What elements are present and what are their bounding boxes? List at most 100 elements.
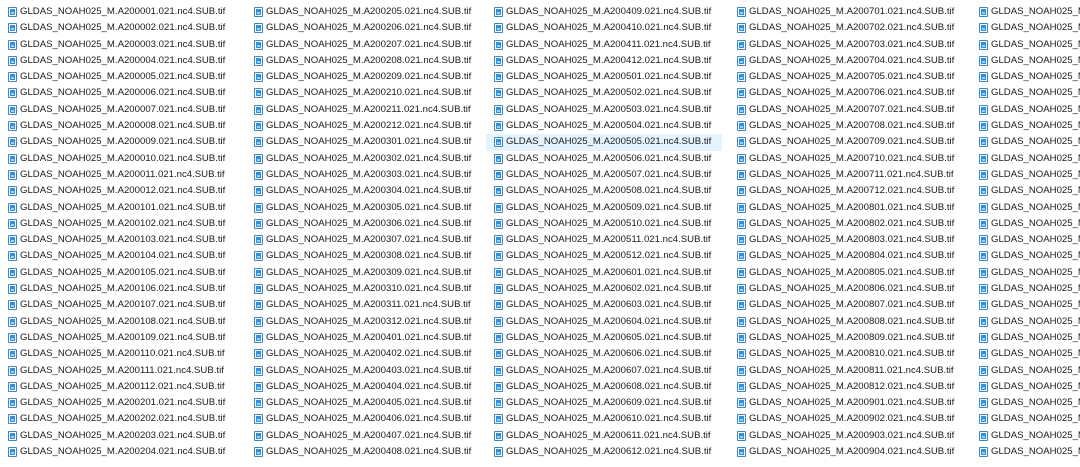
file-list-item[interactable]: GLDAS_NOAH025_M.A200902.021.nc4.SUB.tif	[729, 411, 965, 427]
file-list-item[interactable]: GLDAS_NOAH025_M.A200107.021.nc4.SUB.tif	[0, 297, 236, 313]
file-list-item[interactable]: GLDAS_NOAH025_M.A200002.021.nc4.SUB.tif	[0, 20, 236, 36]
file-list-item[interactable]: GLDAS_NOAH025_M	[971, 20, 1080, 36]
file-list-item[interactable]: GLDAS_NOAH025_M.A200510.021.nc4.SUB.tif	[486, 216, 722, 232]
file-list-item[interactable]: GLDAS_NOAH025_M.A200311.021.nc4.SUB.tif	[246, 297, 482, 313]
file-list-item[interactable]: GLDAS_NOAH025_M.A200112.021.nc4.SUB.tif	[0, 379, 236, 395]
file-list-item[interactable]: GLDAS_NOAH025_M.A200901.021.nc4.SUB.tif	[729, 395, 965, 411]
file-list-item[interactable]: GLDAS_NOAH025_M	[971, 4, 1080, 20]
file-list-item[interactable]: GLDAS_NOAH025_M.A200507.021.nc4.SUB.tif	[486, 167, 722, 183]
file-list-item[interactable]: GLDAS_NOAH025_M.A200707.021.nc4.SUB.tif	[729, 102, 965, 118]
file-list-item[interactable]: GLDAS_NOAH025_M.A200206.021.nc4.SUB.tif	[246, 20, 482, 36]
file-list-item[interactable]: GLDAS_NOAH025_M.A200303.021.nc4.SUB.tif	[246, 167, 482, 183]
file-list-item[interactable]: GLDAS_NOAH025_M.A200903.021.nc4.SUB.tif	[729, 428, 965, 444]
file-list-item[interactable]: GLDAS_NOAH025_M.A200209.021.nc4.SUB.tif	[246, 69, 482, 85]
file-list-item[interactable]: GLDAS_NOAH025_M.A200809.021.nc4.SUB.tif	[729, 330, 965, 346]
file-list-item[interactable]: GLDAS_NOAH025_M.A200312.021.nc4.SUB.tif	[246, 314, 482, 330]
file-list-item[interactable]: GLDAS_NOAH025_M.A200005.021.nc4.SUB.tif	[0, 69, 236, 85]
file-list-item[interactable]: GLDAS_NOAH025_M	[971, 314, 1080, 330]
file-list-item[interactable]: GLDAS_NOAH025_M.A200703.021.nc4.SUB.tif	[729, 37, 965, 53]
file-list-item[interactable]: GLDAS_NOAH025_M	[971, 297, 1080, 313]
file-list-item[interactable]: GLDAS_NOAH025_M.A200406.021.nc4.SUB.tif	[246, 411, 482, 427]
file-list-item[interactable]: GLDAS_NOAH025_M	[971, 53, 1080, 69]
file-list-item[interactable]: GLDAS_NOAH025_M.A200508.021.nc4.SUB.tif	[486, 183, 722, 199]
file-list-view[interactable]: GLDAS_NOAH025_M.A200001.021.nc4.SUB.tif G…	[0, 0, 1080, 467]
file-list-item[interactable]: GLDAS_NOAH025_M.A200310.021.nc4.SUB.tif	[246, 281, 482, 297]
file-list-item[interactable]: GLDAS_NOAH025_M.A200810.021.nc4.SUB.tif	[729, 346, 965, 362]
file-list-item[interactable]: GLDAS_NOAH025_M.A200008.021.nc4.SUB.tif	[0, 118, 236, 134]
file-list-item[interactable]: GLDAS_NOAH025_M.A200410.021.nc4.SUB.tif	[486, 20, 722, 36]
file-list-item[interactable]: GLDAS_NOAH025_M.A200506.021.nc4.SUB.tif	[486, 151, 722, 167]
file-list-item[interactable]: GLDAS_NOAH025_M.A200010.021.nc4.SUB.tif	[0, 151, 236, 167]
file-list-item[interactable]: GLDAS_NOAH025_M	[971, 346, 1080, 362]
file-list-item[interactable]: GLDAS_NOAH025_M.A200306.021.nc4.SUB.tif	[246, 216, 482, 232]
file-list-item[interactable]: GLDAS_NOAH025_M.A200205.021.nc4.SUB.tif	[246, 4, 482, 20]
file-list-item[interactable]: GLDAS_NOAH025_M.A200208.021.nc4.SUB.tif	[246, 53, 482, 69]
file-list-item[interactable]: GLDAS_NOAH025_M.A200411.021.nc4.SUB.tif	[486, 37, 722, 53]
file-list-item[interactable]: GLDAS_NOAH025_M	[971, 363, 1080, 379]
file-list-item[interactable]: GLDAS_NOAH025_M.A200701.021.nc4.SUB.tif	[729, 4, 965, 20]
file-list-item[interactable]: GLDAS_NOAH025_M.A200001.021.nc4.SUB.tif	[0, 4, 236, 20]
file-list-item[interactable]: GLDAS_NOAH025_M.A200109.021.nc4.SUB.tif	[0, 330, 236, 346]
file-list-item[interactable]: GLDAS_NOAH025_M.A200105.021.nc4.SUB.tif	[0, 265, 236, 281]
file-list-item[interactable]: GLDAS_NOAH025_M.A200710.021.nc4.SUB.tif	[729, 151, 965, 167]
file-list-item[interactable]: GLDAS_NOAH025_M.A200512.021.nc4.SUB.tif	[486, 248, 722, 264]
file-list-item[interactable]: GLDAS_NOAH025_M.A200301.021.nc4.SUB.tif	[246, 134, 482, 150]
file-list-item[interactable]: GLDAS_NOAH025_M.A200601.021.nc4.SUB.tif	[486, 265, 722, 281]
file-list-item[interactable]: GLDAS_NOAH025_M.A200003.021.nc4.SUB.tif	[0, 37, 236, 53]
file-list-item[interactable]: GLDAS_NOAH025_M.A200502.021.nc4.SUB.tif	[486, 85, 722, 101]
file-list-item[interactable]: GLDAS_NOAH025_M.A200607.021.nc4.SUB.tif	[486, 363, 722, 379]
file-list-item[interactable]: GLDAS_NOAH025_M	[971, 69, 1080, 85]
file-list-item[interactable]: GLDAS_NOAH025_M.A200204.021.nc4.SUB.tif	[0, 444, 236, 460]
file-list-item[interactable]: GLDAS_NOAH025_M	[971, 428, 1080, 444]
file-list-item[interactable]: GLDAS_NOAH025_M.A200806.021.nc4.SUB.tif	[729, 281, 965, 297]
file-list-item[interactable]: GLDAS_NOAH025_M.A200012.021.nc4.SUB.tif	[0, 183, 236, 199]
file-list-item[interactable]: GLDAS_NOAH025_M	[971, 379, 1080, 395]
file-list-item[interactable]: GLDAS_NOAH025_M.A200612.021.nc4.SUB.tif	[486, 444, 722, 460]
file-list-item[interactable]: GLDAS_NOAH025_M.A200803.021.nc4.SUB.tif	[729, 232, 965, 248]
file-list-item[interactable]: GLDAS_NOAH025_M	[971, 216, 1080, 232]
file-list-item[interactable]: GLDAS_NOAH025_M.A200904.021.nc4.SUB.tif	[729, 444, 965, 460]
file-list-item[interactable]: GLDAS_NOAH025_M.A200501.021.nc4.SUB.tif	[486, 69, 722, 85]
file-list-item[interactable]: GLDAS_NOAH025_M	[971, 281, 1080, 297]
file-list-item[interactable]: GLDAS_NOAH025_M.A200511.021.nc4.SUB.tif	[486, 232, 722, 248]
file-list-item[interactable]: GLDAS_NOAH025_M.A200009.021.nc4.SUB.tif	[0, 134, 236, 150]
file-list-item[interactable]: GLDAS_NOAH025_M.A200808.021.nc4.SUB.tif	[729, 314, 965, 330]
file-list-item[interactable]: GLDAS_NOAH025_M.A200201.021.nc4.SUB.tif	[0, 395, 236, 411]
file-list-item[interactable]: GLDAS_NOAH025_M	[971, 200, 1080, 216]
file-list-item[interactable]: GLDAS_NOAH025_M.A200611.021.nc4.SUB.tif	[486, 428, 722, 444]
file-list-item[interactable]: GLDAS_NOAH025_M.A200211.021.nc4.SUB.tif	[246, 102, 482, 118]
file-list-item[interactable]: GLDAS_NOAH025_M.A200006.021.nc4.SUB.tif	[0, 85, 236, 101]
file-list-item[interactable]: GLDAS_NOAH025_M.A200711.021.nc4.SUB.tif	[729, 167, 965, 183]
file-list-item[interactable]: GLDAS_NOAH025_M.A200304.021.nc4.SUB.tif	[246, 183, 482, 199]
file-list-item[interactable]: GLDAS_NOAH025_M.A200504.021.nc4.SUB.tif	[486, 118, 722, 134]
file-list-item[interactable]: GLDAS_NOAH025_M	[971, 85, 1080, 101]
file-list-item[interactable]: GLDAS_NOAH025_M	[971, 411, 1080, 427]
file-list-item[interactable]: GLDAS_NOAH025_M	[971, 102, 1080, 118]
file-list-item[interactable]: GLDAS_NOAH025_M.A200401.021.nc4.SUB.tif	[246, 330, 482, 346]
file-list-item[interactable]: GLDAS_NOAH025_M.A200110.021.nc4.SUB.tif	[0, 346, 236, 362]
file-list-item[interactable]: GLDAS_NOAH025_M.A200405.021.nc4.SUB.tif	[246, 395, 482, 411]
file-list-item[interactable]: GLDAS_NOAH025_M.A200102.021.nc4.SUB.tif	[0, 216, 236, 232]
file-list-item[interactable]: GLDAS_NOAH025_M.A200108.021.nc4.SUB.tif	[0, 314, 236, 330]
file-list-item[interactable]: GLDAS_NOAH025_M.A200603.021.nc4.SUB.tif	[486, 297, 722, 313]
file-list-item[interactable]: GLDAS_NOAH025_M.A200605.021.nc4.SUB.tif	[486, 330, 722, 346]
file-list-item[interactable]: GLDAS_NOAH025_M.A200404.021.nc4.SUB.tif	[246, 379, 482, 395]
file-list-item[interactable]: GLDAS_NOAH025_M.A200805.021.nc4.SUB.tif	[729, 265, 965, 281]
file-list-item[interactable]: GLDAS_NOAH025_M.A200608.021.nc4.SUB.tif	[486, 379, 722, 395]
file-list-item[interactable]: GLDAS_NOAH025_M.A200610.021.nc4.SUB.tif	[486, 411, 722, 427]
file-list-item[interactable]: GLDAS_NOAH025_M.A200702.021.nc4.SUB.tif	[729, 20, 965, 36]
file-list-item[interactable]: GLDAS_NOAH025_M.A200202.021.nc4.SUB.tif	[0, 411, 236, 427]
file-list-item[interactable]: GLDAS_NOAH025_M.A200708.021.nc4.SUB.tif	[729, 118, 965, 134]
file-list-item[interactable]: GLDAS_NOAH025_M.A200802.021.nc4.SUB.tif	[729, 216, 965, 232]
file-list-item[interactable]: GLDAS_NOAH025_M	[971, 330, 1080, 346]
file-list-item[interactable]: GLDAS_NOAH025_M.A200004.021.nc4.SUB.tif	[0, 53, 236, 69]
file-list-item[interactable]: GLDAS_NOAH025_M.A200412.021.nc4.SUB.tif	[486, 53, 722, 69]
file-list-item[interactable]: GLDAS_NOAH025_M	[971, 134, 1080, 150]
file-list-item[interactable]: GLDAS_NOAH025_M.A200007.021.nc4.SUB.tif	[0, 102, 236, 118]
file-list-item[interactable]: GLDAS_NOAH025_M	[971, 232, 1080, 248]
file-list-item[interactable]: GLDAS_NOAH025_M.A200104.021.nc4.SUB.tif	[0, 248, 236, 264]
file-list-item[interactable]: GLDAS_NOAH025_M.A200709.021.nc4.SUB.tif	[729, 134, 965, 150]
file-list-item[interactable]: GLDAS_NOAH025_M.A200403.021.nc4.SUB.tif	[246, 363, 482, 379]
file-list-item[interactable]: GLDAS_NOAH025_M.A200606.021.nc4.SUB.tif	[486, 346, 722, 362]
file-list-item[interactable]: GLDAS_NOAH025_M.A200011.021.nc4.SUB.tif	[0, 167, 236, 183]
